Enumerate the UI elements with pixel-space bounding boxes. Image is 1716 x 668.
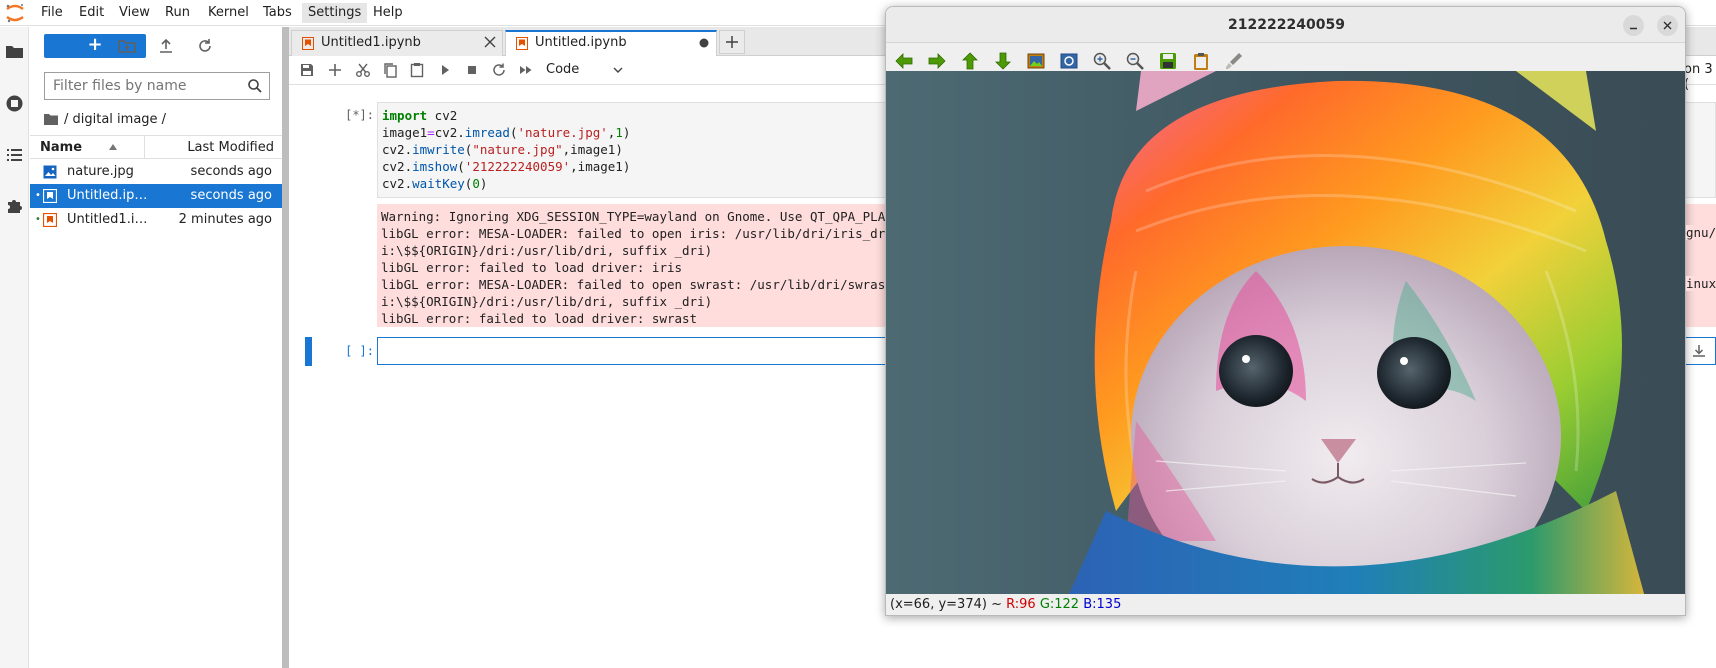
filter-files-input[interactable]: [53, 77, 233, 95]
table-of-contents-icon[interactable]: [3, 143, 26, 166]
cell-prompt: [ ]:: [345, 344, 374, 358]
running-dot-icon: •: [35, 190, 41, 201]
new-folder-icon[interactable]: [117, 36, 137, 56]
running-dot-icon: •: [35, 214, 41, 225]
breadcrumb: / digital image /: [44, 109, 166, 129]
minimize-icon: [1630, 27, 1637, 30]
file-row[interactable]: nature.jpg seconds ago: [30, 160, 282, 184]
file-modified: seconds ago: [190, 164, 272, 179]
cut-icon[interactable]: [354, 61, 372, 79]
run-icon[interactable]: [436, 61, 454, 79]
notebook-tab-icon: [516, 37, 528, 50]
file-browser-panel: + / digital image / Name Last Modified: [30, 27, 282, 668]
extensions-puzzle-icon[interactable]: [3, 194, 26, 217]
filter-box: [44, 72, 270, 100]
activity-bar: [0, 27, 29, 668]
window-titlebar[interactable]: 212222240059: [886, 7, 1685, 43]
pan-down-icon[interactable]: [993, 51, 1013, 71]
menu-tabs[interactable]: Tabs: [257, 3, 298, 23]
cursor-coordinates: (x=66, y=374) ~: [890, 597, 1002, 612]
file-name: Untitled1.i…: [67, 212, 148, 227]
modified-column-label: Last Modified: [187, 140, 274, 155]
close-icon: [1663, 21, 1672, 30]
file-name: nature.jpg: [67, 164, 134, 179]
kitten-image-canvas[interactable]: [886, 71, 1685, 601]
name-column-label: Name: [40, 140, 83, 155]
close-tab-icon[interactable]: [484, 36, 496, 48]
pan-right-icon[interactable]: [927, 51, 947, 71]
image-file-icon: [43, 165, 57, 179]
pixel-info-statusbar: (x=66, y=374) ~ R:96 G:122 B:135: [886, 594, 1685, 615]
search-icon: [247, 78, 263, 94]
notebook-tab-icon: [302, 37, 314, 50]
menu-view[interactable]: View: [113, 3, 156, 23]
cell-type-select[interactable]: Code: [546, 61, 626, 81]
zoom-in-icon[interactable]: [1092, 51, 1112, 71]
save-image-icon[interactable]: [1158, 51, 1178, 71]
insert-cell-icon[interactable]: [326, 61, 344, 79]
output-overflow-text: inux-: [1686, 276, 1716, 291]
notebook-file-icon: [43, 213, 57, 227]
download-icon[interactable]: [1690, 342, 1708, 360]
home-folder-icon[interactable]: [44, 113, 58, 125]
save-icon[interactable]: [298, 61, 316, 79]
cell-prompt: [*]:: [345, 108, 374, 122]
zoom-out-icon[interactable]: [1125, 51, 1145, 71]
zoom-fit-icon[interactable]: [1059, 51, 1079, 71]
stop-icon[interactable]: [463, 61, 481, 79]
running-kernels-icon[interactable]: [3, 92, 26, 115]
plus-icon: [726, 36, 738, 48]
menu-edit[interactable]: Edit: [73, 3, 110, 23]
file-row[interactable]: • Untitled1.i… 2 minutes ago: [30, 208, 282, 232]
tab-untitled1[interactable]: Untitled1.ipynb: [291, 30, 503, 56]
modified-column-header[interactable]: Last Modified: [146, 136, 282, 158]
zoom-original-icon[interactable]: [1026, 51, 1046, 71]
minimize-button[interactable]: [1623, 15, 1644, 36]
red-value: R:96: [1006, 597, 1036, 612]
opencv-image-window[interactable]: 212222240059 (x=66, y=374) ~ R:96 G:122 …: [885, 6, 1686, 616]
file-row-selected[interactable]: • Untitled.ip… seconds ago: [30, 184, 282, 208]
chevron-down-icon: [613, 66, 623, 74]
paste-icon[interactable]: [408, 61, 426, 79]
name-column-header[interactable]: Name: [30, 136, 145, 158]
panel-splitter[interactable]: [282, 27, 289, 668]
breadcrumb-path[interactable]: / digital image /: [64, 112, 166, 127]
menu-run[interactable]: Run: [159, 3, 196, 23]
close-window-button[interactable]: [1657, 15, 1678, 36]
tab-label: Untitled.ipynb: [535, 35, 627, 50]
unsaved-dot-icon[interactable]: [699, 38, 709, 48]
tab-label: Untitled1.ipynb: [321, 35, 421, 50]
output-overflow-text: gnu/: [1686, 225, 1716, 240]
file-modified: seconds ago: [190, 188, 272, 203]
menu-file[interactable]: File: [35, 3, 69, 23]
pan-left-icon[interactable]: [894, 51, 914, 71]
menu-kernel[interactable]: Kernel: [202, 3, 255, 23]
cell-type-value: Code: [546, 62, 580, 77]
copy-image-icon[interactable]: [1191, 51, 1211, 71]
window-title: 212222240059: [1228, 17, 1345, 33]
properties-brush-icon[interactable]: [1224, 51, 1244, 71]
notebook-file-icon: [43, 189, 57, 203]
active-cell-indicator[interactable]: [305, 337, 312, 366]
restart-icon[interactable]: [490, 61, 508, 79]
tab-untitled[interactable]: Untitled.ipynb: [505, 30, 717, 57]
file-name: Untitled.ip…: [67, 188, 148, 203]
upload-icon[interactable]: [156, 36, 176, 56]
folder-icon[interactable]: [3, 40, 26, 63]
copy-icon[interactable]: [381, 61, 399, 79]
add-tab-button[interactable]: [719, 30, 745, 54]
kernel-name-label[interactable]: on 3 (: [1684, 62, 1716, 92]
menu-settings[interactable]: Settings: [302, 3, 368, 23]
green-value: G:122: [1039, 597, 1080, 612]
blue-value: B:135: [1083, 597, 1122, 612]
file-list-header: Name Last Modified: [30, 135, 282, 159]
menu-help[interactable]: Help: [367, 3, 409, 23]
sort-ascending-icon: [108, 143, 118, 151]
jupyter-logo-icon: [4, 2, 26, 24]
file-modified: 2 minutes ago: [178, 212, 272, 227]
refresh-icon[interactable]: [195, 36, 215, 56]
run-all-icon[interactable]: [517, 61, 535, 79]
pan-up-icon[interactable]: [960, 51, 980, 71]
